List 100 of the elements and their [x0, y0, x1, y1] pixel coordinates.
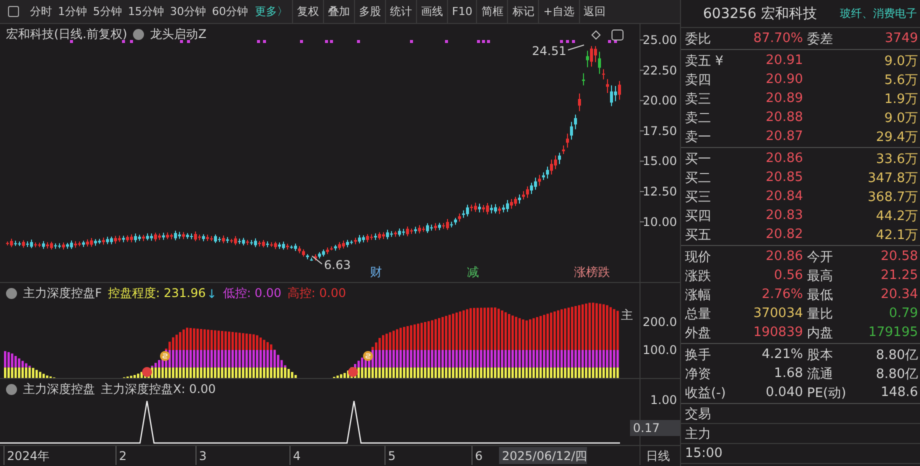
axis-label: 2024年 — [7, 449, 50, 463]
signal-label: 财 — [370, 265, 382, 279]
toolbar-button[interactable]: 标记 — [507, 0, 538, 23]
stat-value: 87.70% — [752, 31, 803, 46]
trend-arrow: ↓ — [206, 286, 217, 300]
stat-value: 20.34 — [880, 287, 918, 302]
stat-label: PE(动) — [806, 384, 848, 402]
axis-label: 20.00 — [642, 94, 677, 108]
axis-label: 17.50 — [642, 124, 677, 138]
order-price: 20.89 — [764, 91, 803, 106]
order-volume: 42.1万 — [875, 226, 918, 244]
collapse-icon[interactable] — [133, 29, 144, 40]
stat-label: 委比 — [685, 30, 712, 48]
panel-toggle-icon[interactable] — [612, 30, 624, 40]
indicator-name: 主力深度控盘F — [23, 285, 102, 302]
axis-label: 200.0 — [642, 315, 677, 329]
order-volume: 347.8万 — [866, 170, 918, 186]
axis-label: 4 — [293, 449, 301, 463]
period-tab[interactable]: 1分钟 — [55, 4, 90, 20]
order-price: 20.90 — [764, 72, 803, 87]
sector-tags[interactable]: 玻纤、消费电子 — [840, 6, 917, 21]
stat-value: 2.76% — [760, 287, 803, 302]
order-price: 20.91 — [764, 53, 803, 68]
stat-label: 流通 — [806, 366, 834, 382]
stat-value: 0.79 — [888, 306, 918, 321]
stat-label: 内盘 — [806, 324, 834, 342]
collapse-icon[interactable] — [6, 384, 17, 395]
ball-icon — [142, 367, 152, 377]
signal-label: 减 — [467, 265, 479, 279]
order-price: 20.84 — [764, 189, 803, 204]
axis-label: 2 — [119, 449, 127, 463]
period-tab[interactable]: 分时 — [27, 4, 55, 20]
stat-value: 3749 — [884, 31, 918, 46]
toolbar-button[interactable]: 简框 — [476, 0, 508, 23]
price-label: 6.63 — [324, 258, 351, 272]
sidebar-toggle-icon[interactable] — [8, 6, 19, 17]
stat-value: 148.6 — [880, 385, 918, 400]
order-level-label: 买四 — [685, 208, 712, 224]
diamond-icon[interactable] — [591, 30, 601, 40]
order-price: 20.82 — [764, 227, 803, 242]
period-tab[interactable]: 60分钟 — [209, 4, 251, 20]
order-volume: 5.6万 — [883, 72, 918, 88]
order-price: 20.85 — [764, 170, 803, 185]
stat-label: 涨幅 — [685, 286, 712, 304]
stat-value: 179195 — [867, 325, 918, 340]
money-bag-icon — [363, 351, 373, 361]
stat-label: 今开 — [806, 248, 834, 266]
stat-value: 1.68 — [773, 366, 803, 381]
order-volume: 44.2万 — [875, 208, 918, 224]
order-level-label: 卖三 — [685, 90, 712, 108]
row-label: 15:00 — [685, 446, 722, 461]
period-tab[interactable]: 15分钟 — [125, 4, 167, 20]
stat-label: 外盘 — [685, 324, 712, 342]
order-price: 20.83 — [764, 208, 803, 223]
stat-label: 量比 — [806, 306, 834, 322]
stat-label: 收益(-) — [685, 384, 727, 402]
order-level-label: 卖一 — [685, 128, 712, 146]
axis-label: 22.50 — [642, 63, 677, 78]
axis-label: 10.00 — [642, 214, 677, 229]
indicator-name: 主力深度控盘 — [23, 381, 95, 398]
stat-value: 4.21% — [760, 347, 803, 362]
row-label: 交易 — [685, 406, 711, 422]
stat-value: 8.80亿 — [875, 366, 918, 382]
order-volume: 29.4万 — [875, 128, 918, 146]
money-bag-icon — [160, 351, 170, 361]
collapse-icon[interactable] — [6, 288, 17, 299]
axis-label: 12.50 — [642, 184, 677, 198]
stat-value: 190839 — [752, 325, 803, 340]
order-price: 20.86 — [764, 151, 803, 166]
side-label: 主 — [621, 308, 633, 322]
axis-label: 5 — [388, 449, 396, 463]
stat-label: 现价 — [685, 248, 712, 266]
period-tab[interactable]: 30分钟 — [167, 4, 209, 20]
leader-line — [568, 44, 584, 50]
stat-label: 净资 — [685, 366, 712, 382]
axis-label: 100.0 — [642, 343, 677, 357]
cursor-value-label: 0.17 — [630, 420, 680, 436]
stat-value: 21.25 — [880, 268, 918, 283]
indicator-reading: 主力深度控盘X: 0.00 — [101, 381, 216, 398]
stat-label: 股本 — [806, 346, 834, 364]
stat-value: 20.58 — [880, 249, 918, 264]
period-tab[interactable]: 5分钟 — [90, 4, 125, 20]
stat-label: 委差 — [806, 30, 834, 48]
period-tab[interactable]: 更多〉 — [251, 4, 292, 20]
axis-label: 25.00 — [642, 33, 677, 47]
toolbar-button[interactable]: F10 — [447, 0, 476, 23]
indicator-reading: 控盘程度: 231.96 — [108, 285, 206, 302]
indicator-reading: 高控: 0.00 — [287, 285, 346, 302]
leader-line — [312, 256, 322, 264]
stat-value: 370034 — [752, 306, 803, 321]
order-volume: 368.7万 — [866, 188, 918, 206]
order-volume: 33.6万 — [875, 150, 918, 168]
order-level-label: 买五 — [685, 226, 712, 244]
order-level-label: 卖五 ¥ — [685, 52, 724, 70]
order-level-label: 买一 — [685, 150, 712, 168]
price-label: 24.51 — [532, 44, 566, 58]
cursor-date-label: 2025/06/12/四 — [499, 447, 588, 464]
axis-label: 3 — [199, 449, 207, 463]
stat-label: 换手 — [685, 346, 712, 364]
ball-icon — [348, 367, 358, 377]
